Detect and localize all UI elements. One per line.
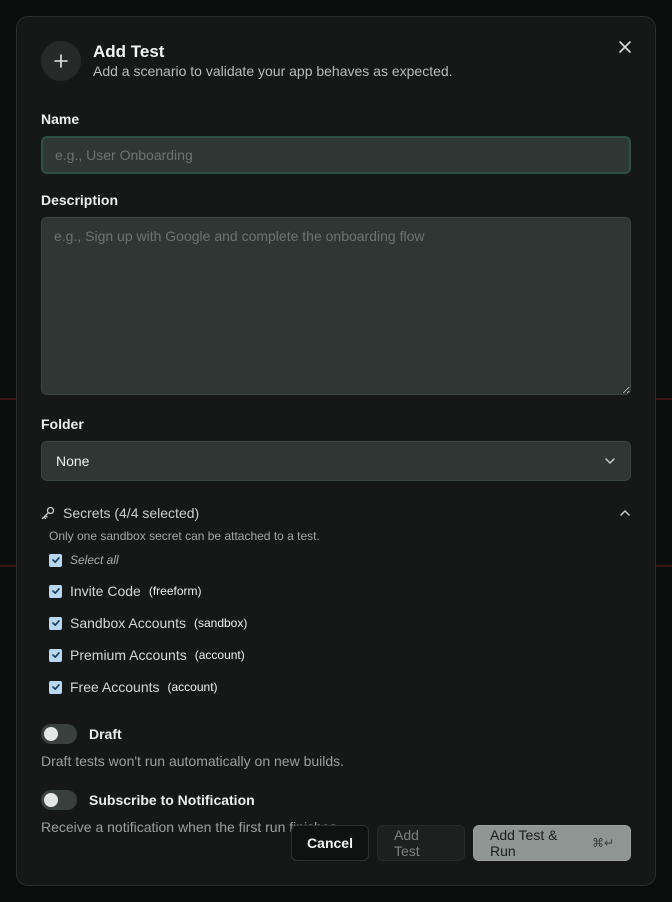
secret-type: (account)	[194, 648, 245, 662]
chevron-down-icon	[605, 458, 615, 464]
secret-name: Free Accounts	[70, 679, 160, 695]
secret-name: Sandbox Accounts	[70, 615, 186, 631]
select-all-label: Select all	[70, 553, 119, 567]
notification-label: Subscribe to Notification	[89, 792, 255, 808]
dialog-footer: Cancel Add Test Add Test & Run ⌘↵	[291, 825, 631, 861]
check-icon	[51, 620, 60, 626]
close-icon	[619, 41, 631, 53]
secret-item: Invite Code (freeform)	[49, 575, 631, 607]
secret-checkbox-free-accounts[interactable]	[49, 680, 62, 694]
add-test-dialog: Add Test Add a scenario to validate your…	[16, 16, 656, 886]
secret-name: Premium Accounts	[70, 647, 187, 663]
select-all-checkbox[interactable]	[49, 553, 62, 567]
add-test-and-run-label: Add Test & Run	[490, 827, 558, 859]
shortcut-hint: ⌘↵	[591, 836, 614, 850]
name-label: Name	[41, 111, 80, 127]
dialog-subtitle: Add a scenario to validate your app beha…	[93, 63, 453, 79]
secret-checkbox-invite-code[interactable]	[49, 584, 62, 598]
check-icon	[51, 652, 60, 658]
secret-type: (freeform)	[148, 584, 202, 598]
add-test-button[interactable]: Add Test	[377, 825, 465, 861]
secrets-toggle[interactable]: Secrets (4/4 selected)	[41, 501, 631, 525]
secret-type: (sandbox)	[193, 616, 248, 630]
check-icon	[51, 588, 60, 594]
notification-row: Subscribe to Notification	[41, 789, 631, 811]
folder-select[interactable]: None	[41, 441, 631, 481]
draft-toggle[interactable]	[41, 724, 77, 744]
key-icon	[41, 506, 55, 520]
select-all-row: Select all	[49, 549, 631, 571]
plus-icon	[41, 41, 81, 81]
secret-checkbox-premium-accounts[interactable]	[49, 648, 62, 662]
draft-row: Draft	[41, 723, 631, 745]
folder-selected-value: None	[56, 453, 90, 469]
dialog-header: Add Test Add a scenario to validate your…	[41, 41, 631, 81]
name-input[interactable]	[41, 136, 631, 174]
secret-item: Premium Accounts (account)	[49, 639, 631, 671]
draft-label: Draft	[89, 726, 122, 742]
folder-label: Folder	[41, 416, 84, 432]
description-label: Description	[41, 192, 119, 208]
secrets-title: Secrets (4/4 selected)	[63, 505, 200, 521]
close-button[interactable]	[613, 35, 637, 59]
dialog-title: Add Test	[93, 42, 165, 61]
secret-item: Sandbox Accounts (sandbox)	[49, 607, 631, 639]
check-icon	[51, 684, 60, 690]
notification-toggle[interactable]	[41, 790, 77, 810]
check-icon	[51, 557, 60, 563]
secret-type: (account)	[167, 680, 218, 694]
secret-item: Free Accounts (account)	[49, 671, 631, 703]
secret-name: Invite Code	[70, 583, 141, 599]
draft-description: Draft tests won't run automatically on n…	[41, 753, 345, 769]
cancel-button[interactable]: Cancel	[291, 825, 369, 861]
description-textarea[interactable]	[41, 217, 631, 395]
secret-checkbox-sandbox-accounts[interactable]	[49, 616, 62, 630]
add-test-and-run-button[interactable]: Add Test & Run ⌘↵	[473, 825, 631, 861]
chevron-up-icon	[620, 510, 630, 516]
secrets-note: Only one sandbox secret can be attached …	[49, 529, 320, 543]
